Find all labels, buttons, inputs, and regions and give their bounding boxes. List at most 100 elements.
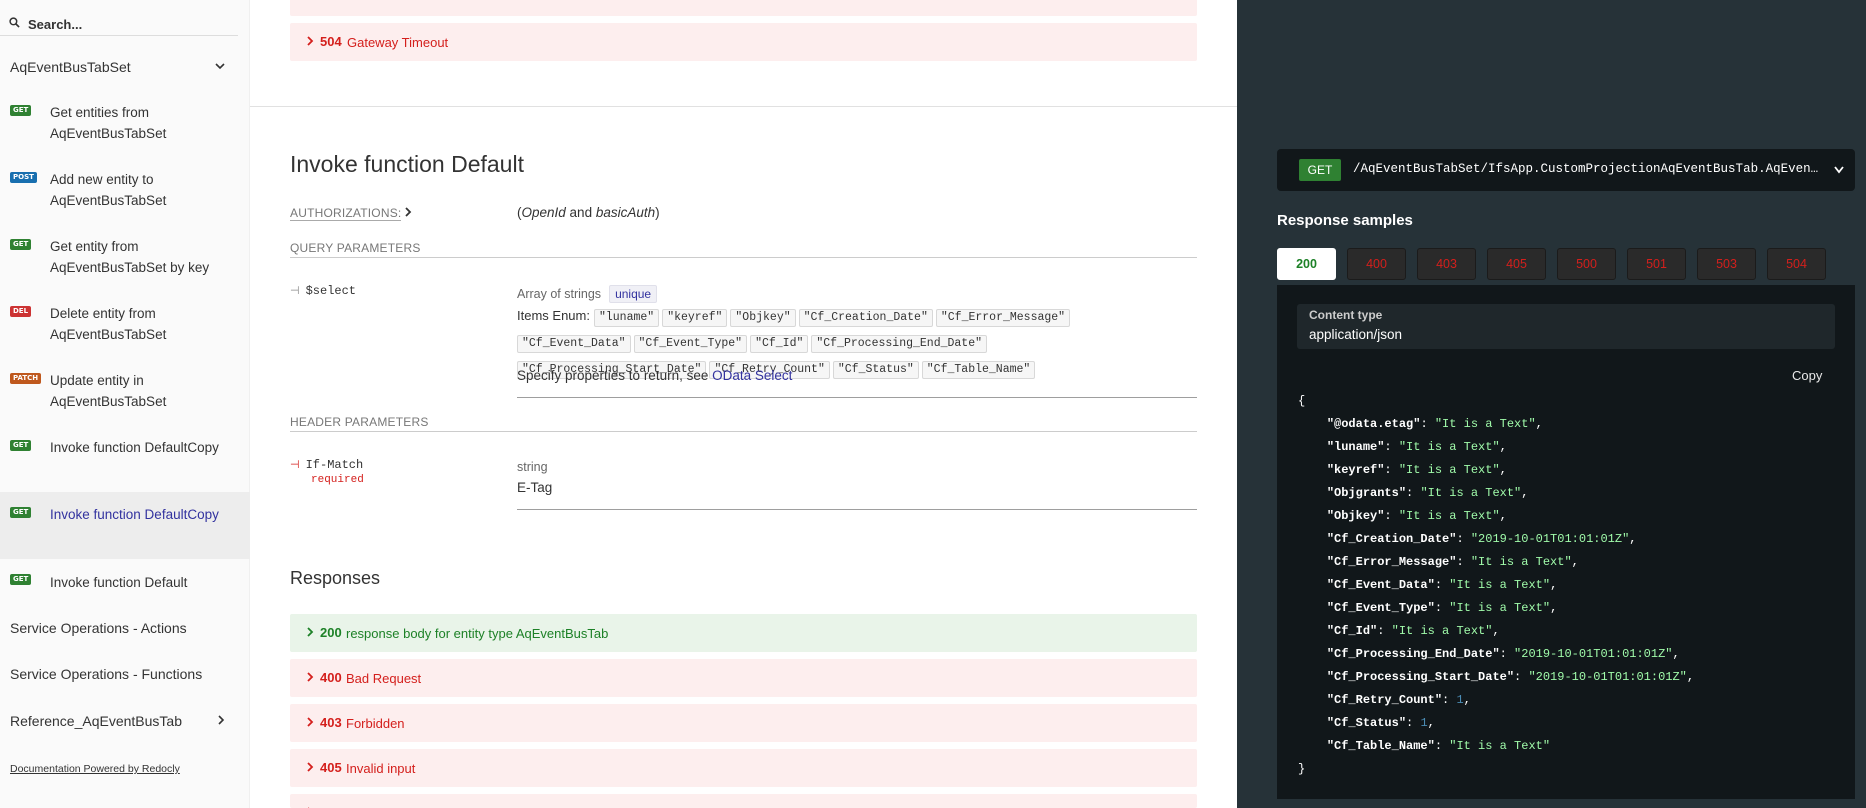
json-sample: { "@odata.etag": "It is a Text", "luname…	[1298, 390, 1694, 781]
chevron-right-icon	[307, 717, 314, 727]
json-line: "Cf_Creation_Date": "2019-10-01T01:01:01…	[1326, 532, 1637, 546]
sidebar-item-get-entity-by-key[interactable]: GET Get entity from AqEventBusTabSet by …	[0, 224, 250, 291]
enum-chip: "Cf_Status"	[832, 361, 919, 379]
tab-503[interactable]: 503	[1697, 248, 1756, 280]
copy-button[interactable]: Copy	[1792, 368, 1822, 383]
json-value: "It is a Text"	[1398, 509, 1500, 523]
tab-400[interactable]: 400	[1347, 248, 1406, 280]
method-badge-get: GET	[10, 507, 32, 518]
chevron-right-icon	[307, 672, 314, 682]
sidebar-item-update-entity[interactable]: PATCH Update entity in AqEventBusTabSet	[0, 358, 250, 425]
response-desc: Bad Request	[346, 671, 422, 686]
powered-by-link[interactable]: Documentation Powered by Redocly	[10, 763, 180, 775]
response-desc: Gateway Timeout	[347, 35, 449, 50]
enum-chip: "Cf_Event_Data"	[517, 335, 631, 353]
response-row-403[interactable]: 403 Forbidden	[290, 704, 1197, 742]
content-type-value: application/json	[1309, 327, 1403, 342]
response-row-400[interactable]: 400 Bad Request	[290, 659, 1197, 697]
endpoint-path: /AqEventBusTabSet/IfsApp.CustomProjectio…	[1353, 162, 1823, 176]
json-value: "It is a Text"	[1449, 601, 1551, 615]
sidebar-group-aqeventbustabset[interactable]: AqEventBusTabSet	[0, 50, 250, 86]
sidebar-item-invoke-defaultcopy[interactable]: GET Invoke function DefaultCopy	[0, 425, 250, 492]
json-value: "2019-10-01T01:01:01Z"	[1470, 532, 1630, 546]
response-row-500[interactable]: 500	[290, 794, 1197, 808]
json-value: "It is a Text"	[1434, 417, 1536, 431]
section-rule	[290, 431, 1197, 432]
search-box[interactable]	[0, 14, 238, 36]
json-value: "It is a Text"	[1391, 624, 1493, 638]
section-divider	[250, 106, 1237, 107]
enum-label: Items Enum:	[517, 308, 590, 323]
response-code: 403	[320, 715, 342, 730]
tab-403[interactable]: 403	[1417, 248, 1476, 280]
json-key: "Cf_Processing_Start_Date"	[1326, 670, 1515, 684]
json-key: "Cf_Id"	[1326, 624, 1378, 638]
authorizations-value: (OpenId and basicAuth)	[517, 205, 660, 220]
response-row-prev-partial[interactable]	[290, 0, 1197, 16]
response-row-200[interactable]: 200 response body for entity type AqEven…	[290, 614, 1197, 652]
response-desc: Forbidden	[346, 716, 405, 731]
json-key: "Cf_Table_Name"	[1326, 739, 1435, 753]
enum-chip: "Objkey"	[730, 309, 796, 327]
json-value: "It is a Text"	[1398, 440, 1500, 454]
operation-title: Invoke function Default	[290, 151, 524, 177]
search-input[interactable]	[28, 14, 228, 34]
sidebar-section-functions[interactable]: Service Operations - Functions	[10, 666, 202, 682]
tab-504[interactable]: 504	[1767, 248, 1826, 280]
json-value: "It is a Text"	[1420, 486, 1522, 500]
sidebar-section-reference[interactable]: Reference_AqEventBusTab	[10, 713, 182, 729]
response-sample: Content type application/json Copy { "@o…	[1277, 285, 1855, 799]
tab-200[interactable]: 200	[1277, 248, 1336, 280]
param-required-label: required	[311, 474, 364, 486]
content-type-selector[interactable]: Content type application/json	[1297, 304, 1835, 349]
json-line: "Cf_Retry_Count": 1,	[1326, 693, 1471, 707]
enum-chip: "luname"	[593, 309, 660, 327]
json-line: "Cf_Error_Message": "It is a Text",	[1326, 555, 1579, 569]
enum-chip: "Cf_Processing_End_Date"	[811, 335, 988, 353]
json-value: "It is a Text"	[1398, 463, 1500, 477]
json-line: "keyref": "It is a Text",	[1326, 463, 1507, 477]
json-line: "Cf_Table_Name": "It is a Text"	[1326, 739, 1551, 753]
sidebar-item-label: Invoke function Default	[50, 575, 188, 590]
json-key: "keyref"	[1326, 463, 1385, 477]
response-code: 200	[320, 625, 342, 640]
chevron-right-icon[interactable]	[404, 206, 412, 218]
json-line: "Cf_Event_Type": "It is a Text",	[1326, 601, 1558, 615]
param-ifmatch-description: E-Tag	[517, 480, 553, 495]
json-key: "@odata.etag"	[1326, 417, 1421, 431]
tab-500[interactable]: 500	[1557, 248, 1616, 280]
method-badge-get: GET	[10, 105, 32, 116]
sidebar-section-actions[interactable]: Service Operations - Actions	[10, 620, 187, 636]
json-value: 1	[1420, 716, 1428, 730]
param-select-name: ⊣ $select	[290, 284, 357, 298]
param-rule	[517, 509, 1197, 510]
sidebar-item-label: Get entity from AqEventBusTabSet by key	[50, 239, 210, 275]
sidebar-item-invoke-default[interactable]: GET Invoke function Default	[0, 559, 250, 605]
enum-chip: "Cf_Id"	[750, 335, 809, 353]
json-line: "Cf_Processing_Start_Date": "2019-10-01T…	[1326, 670, 1695, 684]
json-line: "Objgrants": "It is a Text",	[1326, 486, 1529, 500]
endpoint-selector[interactable]: GET /AqEventBusTabSet/IfsApp.CustomProje…	[1277, 149, 1855, 191]
chevron-right-icon	[218, 715, 225, 725]
tab-501[interactable]: 501	[1627, 248, 1686, 280]
tab-405[interactable]: 405	[1487, 248, 1546, 280]
authorizations-toggle[interactable]: AUTHORIZATIONS:	[290, 206, 402, 221]
odata-select-link[interactable]: OData Select	[712, 368, 792, 383]
json-key: "Cf_Status"	[1326, 716, 1407, 730]
json-value: "2019-10-01T01:01:01Z"	[1514, 647, 1673, 661]
sidebar-item-label: Invoke function DefaultCopy	[50, 507, 219, 522]
search-icon	[9, 17, 20, 28]
response-row-405[interactable]: 405 Invalid input	[290, 749, 1197, 787]
sidebar-item-get-entities[interactable]: GET Get entities from AqEventBusTabSet	[0, 90, 250, 157]
method-badge-delete: DEL	[10, 306, 32, 317]
json-key: "Objkey"	[1326, 509, 1385, 523]
sidebar-item-delete-entity[interactable]: DEL Delete entity from AqEventBusTabSet	[0, 291, 250, 358]
response-row-504-prev[interactable]: 504 Gateway Timeout	[290, 23, 1197, 61]
sidebar-item-invoke-defaultcopy-active[interactable]: GET Invoke function DefaultCopy	[0, 492, 250, 559]
sidebar-item-add-entity[interactable]: POST Add new entity to AqEventBusTabSet	[0, 157, 250, 224]
param-rule	[517, 397, 1197, 398]
enum-chip: "Cf_Error_Message"	[935, 309, 1071, 327]
method-badge-get: GET	[10, 574, 32, 585]
sidebar-group-label: AqEventBusTabSet	[10, 59, 131, 75]
json-line: "luname": "It is a Text",	[1326, 440, 1507, 454]
